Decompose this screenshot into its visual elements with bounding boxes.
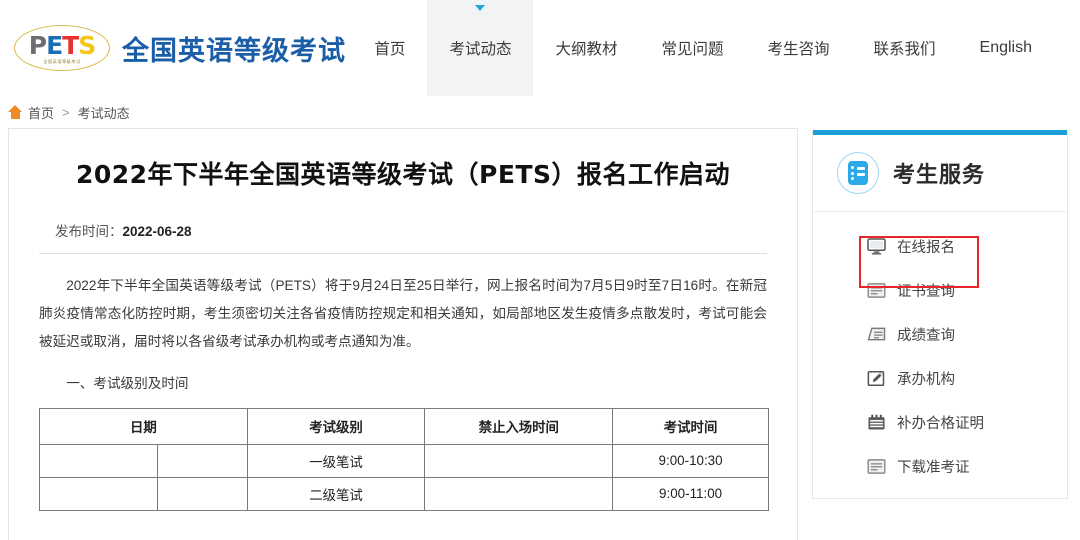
sidebar-item-reissue-certificate[interactable]: 补办合格证明	[813, 400, 1067, 444]
sidebar-item-label: 成绩查询	[897, 327, 955, 344]
sidebar-item-label: 在线报名	[897, 239, 955, 256]
cell-date-b	[156, 476, 248, 511]
publish-date: 2022-06-28	[122, 224, 192, 239]
nav-label: 考生咨询	[767, 41, 830, 58]
sidebar-menu: 在线报名 证书查询 成绩查询 承办机构 补办合格证明 下载准考证	[813, 212, 1067, 498]
logo-letter-e: E	[46, 31, 63, 60]
publish-label: 发布时间：	[55, 224, 123, 239]
table-header-level: 考试级别	[246, 407, 426, 445]
cell-level: 一级笔试	[246, 443, 426, 478]
logo-letter-t: T	[62, 31, 79, 60]
id-card-icon	[837, 152, 879, 194]
sidebar-title: 考生服务	[893, 163, 986, 188]
section-heading: 一、考试级别及时间	[66, 375, 189, 391]
download-card-icon	[867, 458, 886, 474]
cell-date-a	[39, 476, 158, 511]
logo-letters: PETS	[28, 31, 96, 60]
sidebar-item-certificate-query[interactable]: 证书查询	[813, 268, 1067, 312]
publish-meta: 发布时间：2022-06-28	[39, 220, 767, 240]
page-layout: 2022年下半年全国英语等级考试（PETS）报名工作启动 发布时间：2022-0…	[0, 128, 1080, 540]
active-tab-caret-icon	[475, 5, 486, 11]
page-title: 2022年下半年全国英语等级考试（PETS）报名工作启动	[75, 160, 731, 189]
sidebar-item-label: 承办机构	[897, 371, 955, 388]
breadcrumb: 首页 > 考试动态	[0, 96, 1080, 128]
cell-date-b	[156, 443, 248, 478]
nav-item-english[interactable]: English	[958, 0, 1054, 96]
candidate-services-panel: 考生服务 在线报名 证书查询 成绩查询 承办机构 补办合格证明 下载准考证	[812, 130, 1068, 499]
monitor-icon	[867, 237, 886, 255]
score-document-icon	[867, 327, 886, 340]
sidebar-item-label: 证书查询	[897, 283, 955, 300]
breadcrumb-separator: >	[62, 104, 70, 120]
sidebar-header: 考生服务	[813, 135, 1067, 212]
table-header-exam-time: 考试时间	[612, 407, 769, 445]
nav-item-candidate-consult[interactable]: 考生咨询	[745, 0, 851, 96]
cell-ban-time	[424, 443, 614, 478]
table-row: 二级笔试 9:00-11:00	[39, 476, 769, 511]
id-card-badge-shape	[848, 161, 868, 185]
nav-item-syllabus[interactable]: 大纲教材	[533, 0, 639, 96]
table-row: 一级笔试 9:00-10:30	[39, 443, 769, 478]
cell-exam-time: 9:00-10:30	[612, 443, 769, 478]
sidebar-item-online-registration[interactable]: 在线报名	[813, 224, 1067, 268]
sidebar-item-score-query[interactable]: 成绩查询	[813, 312, 1067, 356]
pencil-square-icon	[867, 370, 885, 386]
nav-label: 考试动态	[449, 41, 512, 58]
table-header-row: 日期 考试级别 禁止入场时间 考试时间	[39, 407, 769, 445]
table-header-date: 日期	[39, 407, 248, 445]
nav-label: 首页	[374, 41, 406, 58]
nav-label: 常见问题	[661, 41, 724, 58]
article-paragraph: 2022年下半年全国英语等级考试（PETS）将于9月24日至25日举行，网上报名…	[39, 278, 767, 349]
exam-schedule-table: 日期 考试级别 禁止入场时间 考试时间 一级笔试 9:00-10:30 二级笔试…	[39, 407, 769, 511]
sidebar-item-label: 补办合格证明	[897, 415, 984, 432]
breadcrumb-home-link[interactable]: 首页	[28, 103, 54, 122]
nav-label: 联系我们	[873, 41, 936, 58]
nav-item-home[interactable]: 首页	[352, 0, 427, 96]
cell-date-a	[39, 443, 158, 478]
cell-level: 二级笔试	[246, 476, 426, 511]
calendar-stamp-icon	[868, 414, 885, 429]
table-header-ban-time: 禁止入场时间	[424, 407, 614, 445]
nav-label: English	[979, 39, 1032, 56]
nav-item-exam-news[interactable]: 考试动态	[427, 0, 534, 96]
cell-ban-time	[424, 476, 614, 511]
nav-item-contact-us[interactable]: 联系我们	[852, 0, 958, 96]
logo-subtext: 全国英语等级考试	[43, 59, 81, 64]
site-title: 全国英语等级考试	[122, 35, 346, 67]
cell-exam-time: 9:00-11:00	[612, 476, 769, 511]
nav-label: 大纲教材	[555, 41, 618, 58]
meta-divider	[39, 253, 767, 254]
brand-block[interactable]: PETS 全国英语等级考试 全国英语等级考试	[0, 25, 346, 71]
sidebar-item-organizing-agency[interactable]: 承办机构	[813, 356, 1067, 400]
main-navigation: 首页 考试动态 大纲教材 常见问题 考生咨询 联系我们 English	[352, 0, 1080, 96]
logo-letter-s: S	[78, 31, 96, 60]
article-card: 2022年下半年全国英语等级考试（PETS）报名工作启动 发布时间：2022-0…	[8, 128, 798, 540]
breadcrumb-current: 考试动态	[77, 105, 130, 121]
nav-item-faq[interactable]: 常见问题	[639, 0, 745, 96]
sidebar-item-download-admission-ticket[interactable]: 下载准考证	[813, 444, 1067, 488]
home-icon	[8, 105, 22, 119]
sidebar-item-label: 下载准考证	[897, 459, 970, 476]
site-header: PETS 全国英语等级考试 全国英语等级考试 首页 考试动态 大纲教材 常见问题…	[0, 0, 1080, 96]
pets-logo-icon: PETS 全国英语等级考试	[14, 25, 110, 71]
certificate-icon	[867, 282, 886, 298]
logo-letter-p: P	[28, 31, 47, 60]
